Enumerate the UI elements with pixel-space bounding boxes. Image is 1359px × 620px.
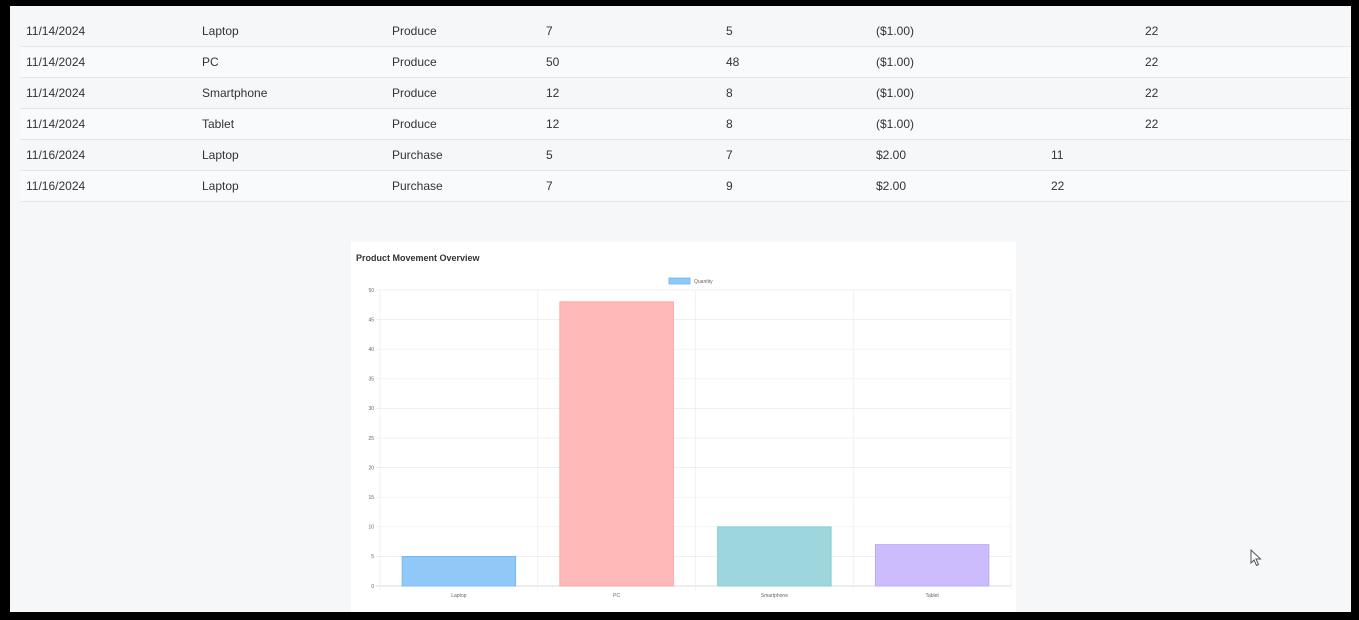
y-tick-label: 5 xyxy=(371,554,374,560)
stock-cell: 8 xyxy=(726,86,733,100)
y-tick-label: 15 xyxy=(368,495,374,501)
mouse-pointer-icon xyxy=(1250,549,1262,567)
type-cell: Purchase xyxy=(392,148,443,162)
table-row[interactable]: 11/14/2024 PC Produce 50 48 ($1.00) 22 xyxy=(20,47,1351,78)
stock-cell: 8 xyxy=(726,117,733,131)
x-tick-label: Laptop xyxy=(451,593,467,599)
type-cell: Purchase xyxy=(392,179,443,193)
price-cell: $2.00 xyxy=(876,179,907,193)
table-row[interactable]: 11/14/2024 Smartphone Produce 12 8 ($1.0… xyxy=(20,78,1351,109)
type-cell: Produce xyxy=(392,117,437,131)
price-cell: $2.00 xyxy=(876,148,907,162)
date-cell: 11/16/2024 xyxy=(26,179,86,193)
y-tick-label: 35 xyxy=(368,377,374,383)
date-cell: 11/14/2024 xyxy=(26,86,86,100)
movements-table: 11/14/2024 Laptop Produce 7 5 ($1.00) 22… xyxy=(20,16,1351,202)
bar-smartphone xyxy=(717,526,832,587)
product-movement-chart: Product Movement Overview Quantity 0 5 10 1… xyxy=(351,242,1016,612)
price-cell: ($1.00) xyxy=(876,24,915,38)
quantity-cell: 7 xyxy=(546,179,553,193)
quantity-cell: 12 xyxy=(546,86,560,100)
price-cell: ($1.00) xyxy=(876,117,915,131)
value-cell: 22 xyxy=(1145,86,1159,100)
chart-title: Product Movement Overview xyxy=(356,253,481,263)
stock-cell: 9 xyxy=(726,179,733,193)
product-cell: PC xyxy=(202,55,219,69)
date-cell: 11/14/2024 xyxy=(26,55,86,69)
date-cell: 11/14/2024 xyxy=(26,117,86,131)
y-tick-label: 50 xyxy=(368,288,374,294)
value-cell: 22 xyxy=(1145,117,1159,131)
product-cell: Laptop xyxy=(202,179,239,193)
table-row[interactable]: 11/14/2024 Tablet Produce 12 8 ($1.00) 2… xyxy=(20,109,1351,140)
y-tick-label: 25 xyxy=(368,436,374,442)
y-tick-label: 45 xyxy=(368,317,374,323)
quantity-cell: 7 xyxy=(546,24,553,38)
price-cell: ($1.00) xyxy=(876,86,915,100)
y-tick-label: 30 xyxy=(368,406,374,412)
type-cell: Produce xyxy=(392,86,437,100)
type-cell: Produce xyxy=(392,55,437,69)
product-cell: Laptop xyxy=(202,148,239,162)
value-cell: 11 xyxy=(1051,148,1064,162)
type-cell: Produce xyxy=(392,24,437,38)
x-tick-label: Tablet xyxy=(925,593,939,599)
table-row[interactable]: 11/16/2024 Laptop Purchase 5 7 $2.00 11 xyxy=(20,140,1351,171)
product-cell: Smartphone xyxy=(202,86,268,100)
value-cell: 22 xyxy=(1051,179,1065,193)
quantity-cell: 50 xyxy=(546,55,560,69)
stock-cell: 7 xyxy=(726,148,733,162)
y-tick-label: 20 xyxy=(368,465,374,471)
price-cell: ($1.00) xyxy=(876,55,915,69)
y-tick-label: 40 xyxy=(368,347,374,353)
table-row[interactable]: 11/16/2024 Laptop Purchase 7 9 $2.00 22 xyxy=(20,171,1351,202)
y-tick-label: 0 xyxy=(371,584,374,590)
x-tick-label: PC xyxy=(613,593,620,599)
stock-cell: 48 xyxy=(726,55,740,69)
value-cell: 22 xyxy=(1145,24,1159,38)
bar-tablet xyxy=(874,544,990,587)
bar-pc xyxy=(559,301,674,587)
date-cell: 11/16/2024 xyxy=(26,148,86,162)
legend-swatch xyxy=(668,277,691,285)
table-row[interactable]: 11/14/2024 Laptop Produce 7 5 ($1.00) 22 xyxy=(20,16,1351,47)
stock-cell: 5 xyxy=(726,24,733,38)
app-frame: 11/14/2024 Laptop Produce 7 5 ($1.00) 22… xyxy=(10,6,1351,612)
quantity-cell: 12 xyxy=(546,117,560,131)
date-cell: 11/14/2024 xyxy=(26,24,86,38)
chart-legend[interactable]: Quantity xyxy=(668,277,713,285)
legend-label: Quantity xyxy=(694,279,713,285)
quantity-cell: 5 xyxy=(546,148,553,162)
product-cell: Tablet xyxy=(202,117,235,131)
value-cell: 22 xyxy=(1145,55,1159,69)
y-tick-label: 10 xyxy=(368,525,374,531)
bar-chart: Product Movement Overview Quantity 0 5 10 1… xyxy=(356,253,1012,599)
bar-laptop xyxy=(401,555,517,587)
product-cell: Laptop xyxy=(202,24,239,38)
x-tick-label: Smartphone xyxy=(761,593,788,599)
